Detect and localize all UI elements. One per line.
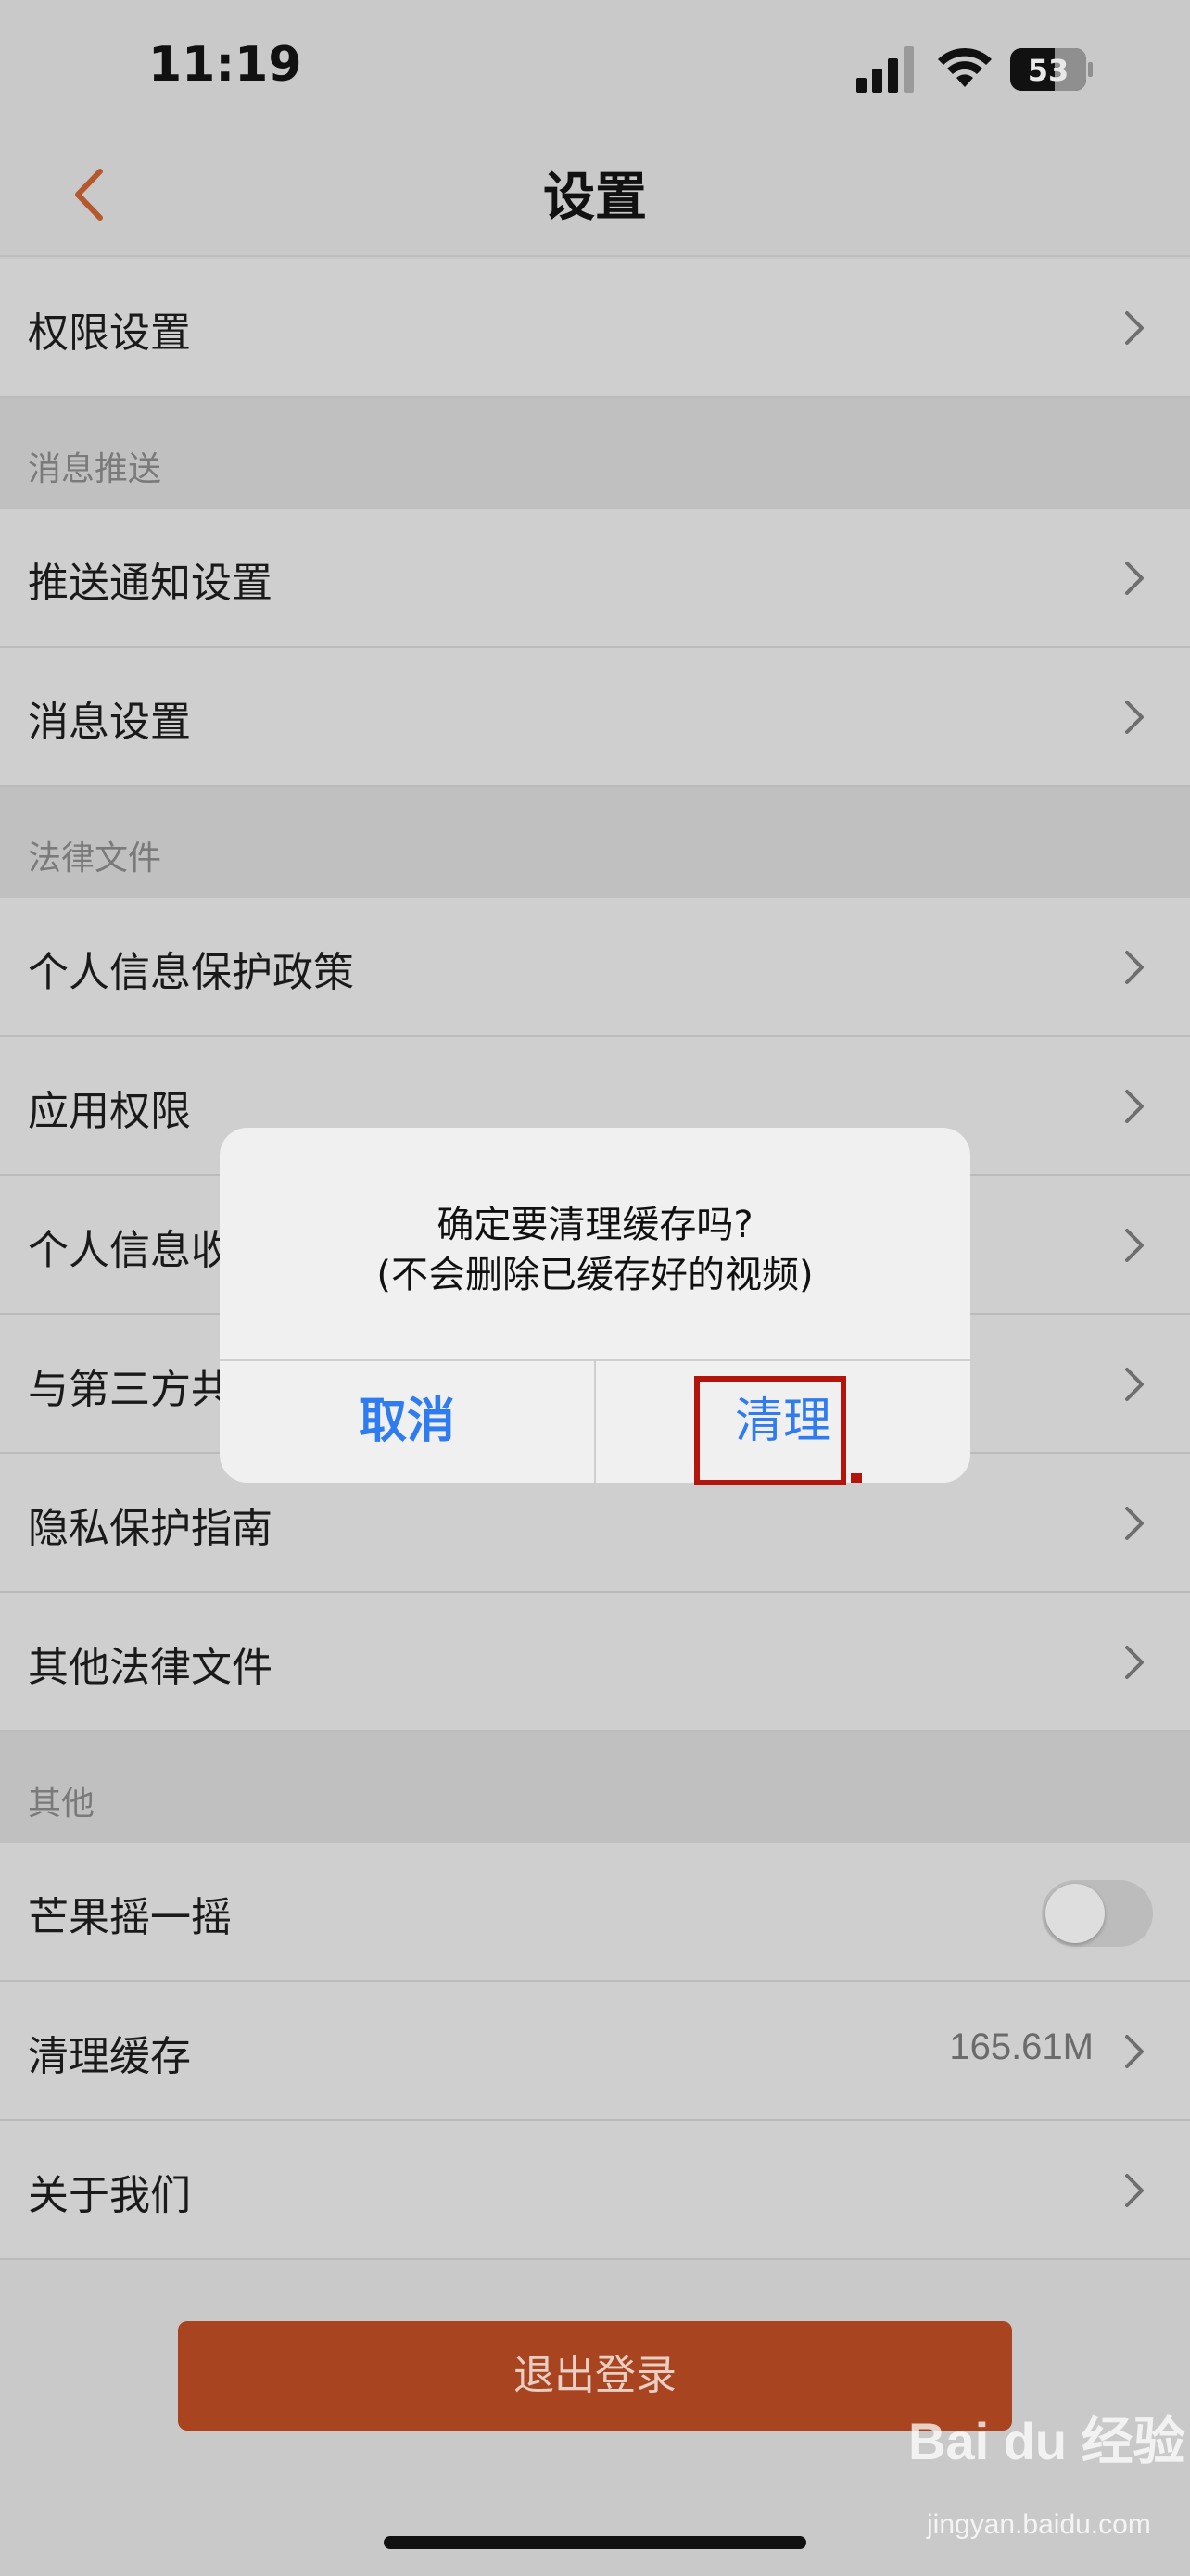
toggle-knob bbox=[1045, 1884, 1105, 1943]
settings-row-other-legal[interactable]: 其他法律文件 bbox=[0, 1593, 1190, 1732]
section-header-other: 其他 bbox=[0, 1732, 1190, 1843]
row-label: 应用权限 bbox=[28, 1088, 191, 1135]
chevron-right-icon bbox=[1125, 1229, 1144, 1262]
wifi-icon bbox=[938, 47, 992, 87]
section-header-legal: 法律文件 bbox=[0, 787, 1190, 898]
row-label: 关于我们 bbox=[28, 2172, 191, 2219]
row-label: 隐私保护指南 bbox=[28, 1505, 272, 1552]
highlight-marker bbox=[851, 1473, 862, 1483]
settings-row-permissions[interactable]: 权限设置 bbox=[0, 259, 1190, 398]
cancel-button[interactable]: 取消 bbox=[220, 1361, 594, 1483]
watermark-logo: Bai du 经验 bbox=[908, 2412, 1185, 2470]
chevron-right-icon bbox=[1125, 1507, 1144, 1540]
row-label: 芒果摇一摇 bbox=[28, 1894, 232, 1941]
status-bar: 11:19 53 bbox=[0, 0, 1190, 139]
row-label: 推送通知设置 bbox=[28, 560, 272, 607]
battery-level: 53 bbox=[1028, 53, 1070, 88]
settings-row-clear-cache[interactable]: 清理缓存 165.61M bbox=[0, 1982, 1190, 2121]
chevron-right-icon bbox=[1125, 1646, 1144, 1679]
status-time: 11:19 bbox=[148, 37, 302, 93]
row-label: 权限设置 bbox=[28, 309, 191, 357]
settings-row-about[interactable]: 关于我们 bbox=[0, 2121, 1190, 2260]
chevron-right-icon bbox=[1125, 2174, 1144, 2207]
row-label: 与第三方共 bbox=[28, 1366, 232, 1413]
section-title: 消息推送 bbox=[28, 450, 162, 488]
logout-button[interactable]: 退出登录 bbox=[178, 2321, 1012, 2431]
chevron-right-icon bbox=[1125, 2035, 1144, 2068]
settings-row-privacy-policy[interactable]: 个人信息保护政策 bbox=[0, 898, 1190, 1037]
highlight-box bbox=[694, 1376, 846, 1485]
shake-toggle[interactable] bbox=[1042, 1880, 1153, 1947]
baidu-watermark: Bai du 经验 jingyan.baidu.com bbox=[908, 2400, 1186, 2576]
nav-bar: 设置 bbox=[0, 139, 1190, 257]
chevron-right-icon bbox=[1125, 1368, 1144, 1401]
chevron-right-icon bbox=[1125, 951, 1144, 984]
row-label: 个人信息保护政策 bbox=[28, 949, 354, 996]
cellular-signal-icon bbox=[856, 46, 914, 93]
row-label: 清理缓存 bbox=[28, 2033, 191, 2080]
dialog-submessage: (不会删除已缓存好的视频) bbox=[376, 1254, 814, 1296]
chevron-right-icon bbox=[1125, 1090, 1144, 1123]
cache-size-value: 165.61M bbox=[949, 2027, 1094, 2067]
settings-row-message-settings[interactable]: 消息设置 bbox=[0, 648, 1190, 787]
section-title: 其他 bbox=[28, 1785, 95, 1823]
section-title: 法律文件 bbox=[28, 840, 162, 878]
battery-icon: 53 bbox=[1010, 48, 1093, 91]
chevron-right-icon bbox=[1125, 701, 1144, 734]
row-label: 个人信息收 bbox=[28, 1227, 232, 1274]
watermark-url: jingyan.baidu.com bbox=[927, 2509, 1151, 2540]
settings-row-push-notifications[interactable]: 推送通知设置 bbox=[0, 509, 1190, 648]
clear-cache-dialog: 确定要清理缓存吗? (不会删除已缓存好的视频) 取消 清理 bbox=[220, 1128, 970, 1483]
dialog-message: 确定要清理缓存吗? bbox=[437, 1204, 753, 1246]
row-label: 其他法律文件 bbox=[28, 1644, 272, 1691]
settings-row-shake: 芒果摇一摇 bbox=[0, 1843, 1190, 1982]
home-indicator bbox=[384, 2536, 806, 2549]
section-header-push: 消息推送 bbox=[0, 398, 1190, 509]
row-label: 消息设置 bbox=[28, 699, 191, 746]
chevron-right-icon bbox=[1125, 562, 1144, 595]
page-title: 设置 bbox=[543, 168, 647, 228]
chevron-right-icon bbox=[1125, 311, 1144, 345]
